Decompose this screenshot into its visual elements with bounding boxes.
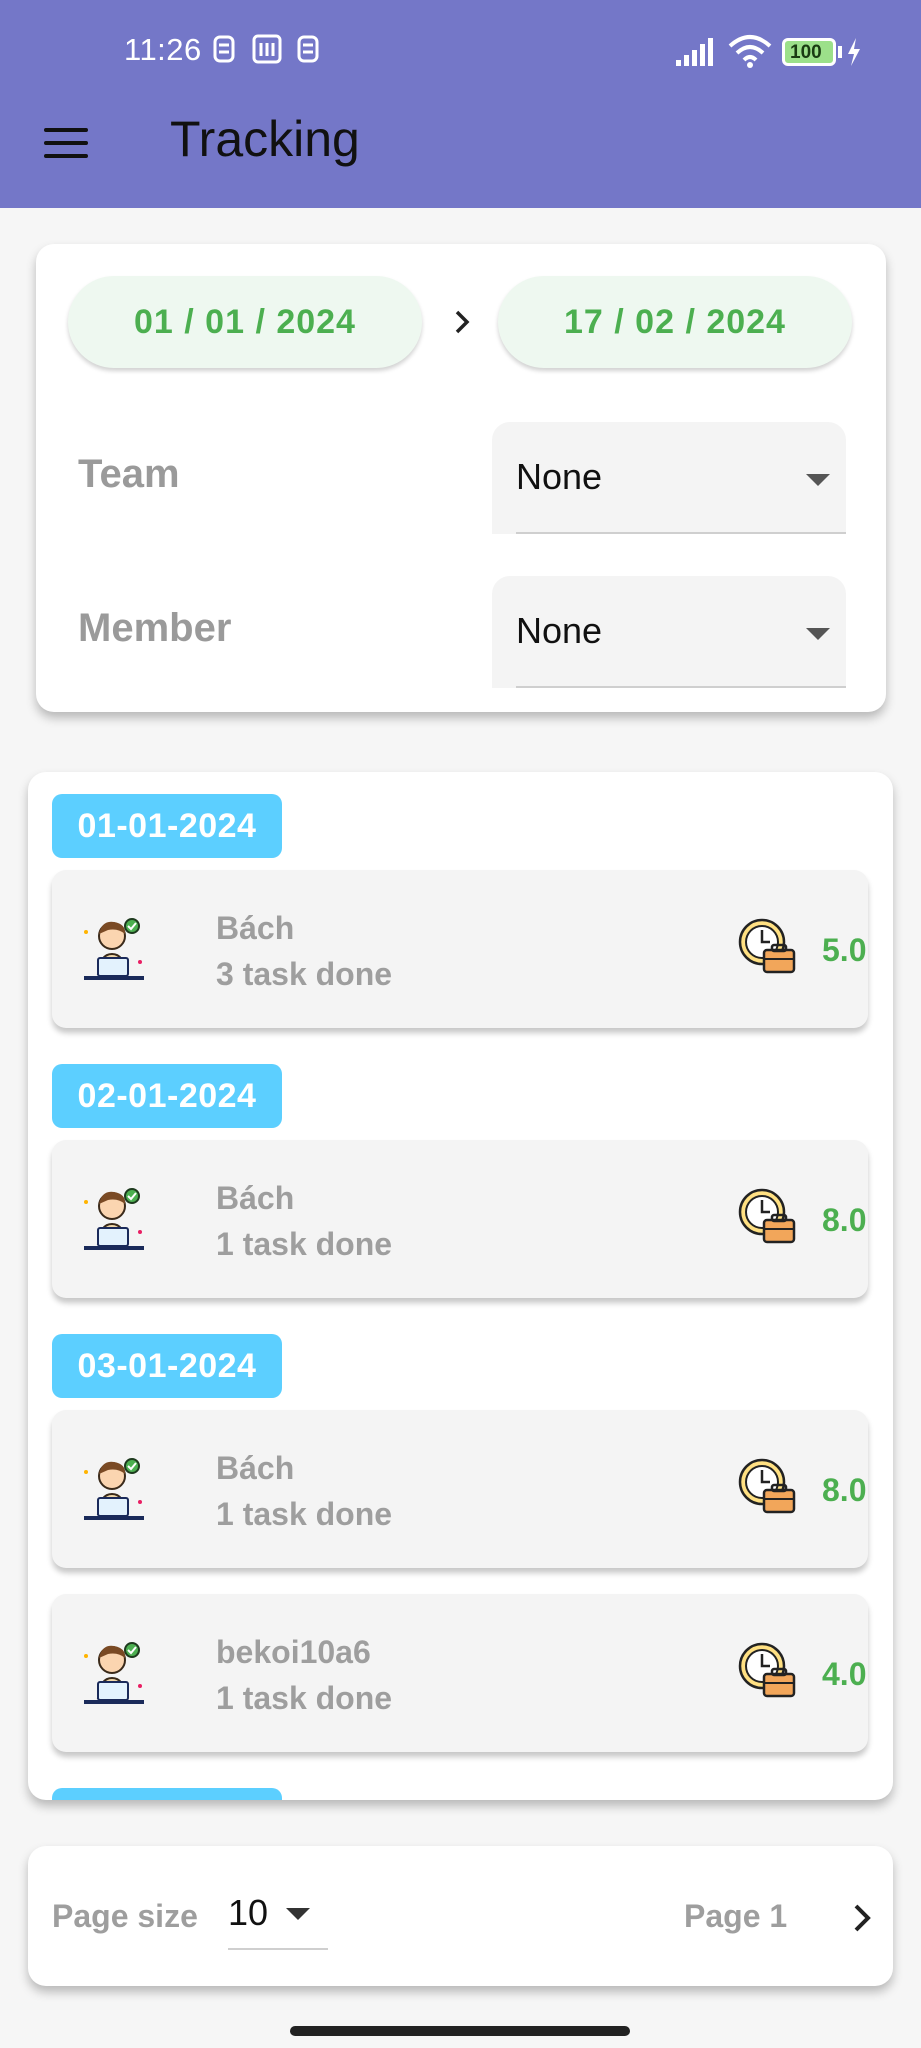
home-indicator (290, 2026, 630, 2036)
member-dropdown-value: None (516, 610, 603, 651)
task-count: 3 task done (216, 956, 393, 992)
notification-icon (213, 35, 235, 63)
clock-briefcase-icon (738, 1458, 796, 1514)
date-group-header: 01-01-2024 (52, 794, 282, 858)
dropdown-caret-icon (806, 474, 830, 486)
wifi-icon (728, 35, 772, 68)
hamburger-menu-icon[interactable] (44, 128, 88, 158)
hours-value: 5.0 (822, 932, 867, 968)
battery-tip (838, 46, 842, 58)
developer-avatar-icon (84, 918, 144, 980)
dropdown-underline (516, 686, 846, 688)
filter-card: 01 / 01 / 2024 17 / 02 / 2024 Team None … (36, 244, 886, 712)
tracking-entry[interactable]: Bách 1 task done 8.0 (52, 1410, 868, 1568)
date-group-header: 03-01-2024 (52, 1334, 282, 1398)
team-dropdown-value: None (516, 456, 603, 497)
tracking-list[interactable]: 01-01-2024 Bách 3 task done 5.0 02-01-20… (28, 772, 893, 1800)
start-date-button[interactable]: 01 / 01 / 2024 (68, 276, 422, 368)
status-bar: 11:26 100 (0, 0, 921, 104)
developer-avatar-icon (84, 1458, 144, 1520)
app-notification-icon (252, 34, 282, 64)
hours-value: 4.0 (822, 1656, 867, 1692)
date-group-header: 02-01-2024 (52, 1064, 282, 1128)
dropdown-underline (516, 532, 846, 534)
tracking-entry[interactable]: Bách 1 task done 8.0 (52, 1140, 868, 1298)
tracking-entry[interactable]: Bách 3 task done 5.0 (52, 870, 868, 1028)
next-page-chevron-icon[interactable] (848, 1904, 876, 1932)
member-label: Member (78, 606, 232, 650)
member-dropdown[interactable]: None (492, 576, 846, 688)
page-title: Tracking (170, 111, 360, 167)
status-time: 11:26 (124, 32, 202, 67)
dropdown-caret-icon (286, 1908, 310, 1920)
battery-level: 100 (790, 42, 822, 63)
task-count: 1 task done (216, 1496, 393, 1532)
member-name: Bách (216, 1450, 295, 1486)
dropdown-caret-icon (806, 628, 830, 640)
task-count: 1 task done (216, 1226, 393, 1262)
page-size-value: 10 (228, 1892, 269, 1933)
member-name: Bách (216, 910, 295, 946)
hours-value: 8.0 (822, 1472, 867, 1508)
team-label: Team (78, 452, 180, 496)
developer-avatar-icon (84, 1642, 144, 1704)
current-page-label: Page 1 (684, 1898, 788, 1934)
dropdown-underline (228, 1948, 328, 1950)
member-name: Bách (216, 1180, 295, 1216)
date-group-header-partial (52, 1788, 282, 1800)
clock-briefcase-icon (738, 1642, 796, 1698)
clock-briefcase-icon (738, 1188, 796, 1244)
hours-value: 8.0 (822, 1202, 867, 1238)
charging-icon (848, 38, 860, 66)
signal-icon (676, 38, 713, 66)
task-count: 1 task done (216, 1680, 393, 1716)
developer-avatar-icon (84, 1188, 144, 1250)
member-name: bekoi10a6 (216, 1634, 371, 1670)
page-size-label: Page size (52, 1898, 198, 1934)
notification-icon-2 (297, 35, 319, 63)
chevron-right-icon (455, 310, 470, 334)
clock-briefcase-icon (738, 918, 796, 974)
pagination-bar: Page size 10 Page 1 (28, 1846, 893, 1986)
page-size-dropdown[interactable]: 10 (228, 1878, 328, 1950)
team-dropdown[interactable]: None (492, 422, 846, 534)
app-header: 11:26 100 Tracking (0, 0, 921, 208)
battery-icon: 100 (782, 38, 836, 66)
tracking-entry[interactable]: bekoi10a6 1 task done 4.0 (52, 1594, 868, 1752)
end-date-button[interactable]: 17 / 02 / 2024 (498, 276, 852, 368)
